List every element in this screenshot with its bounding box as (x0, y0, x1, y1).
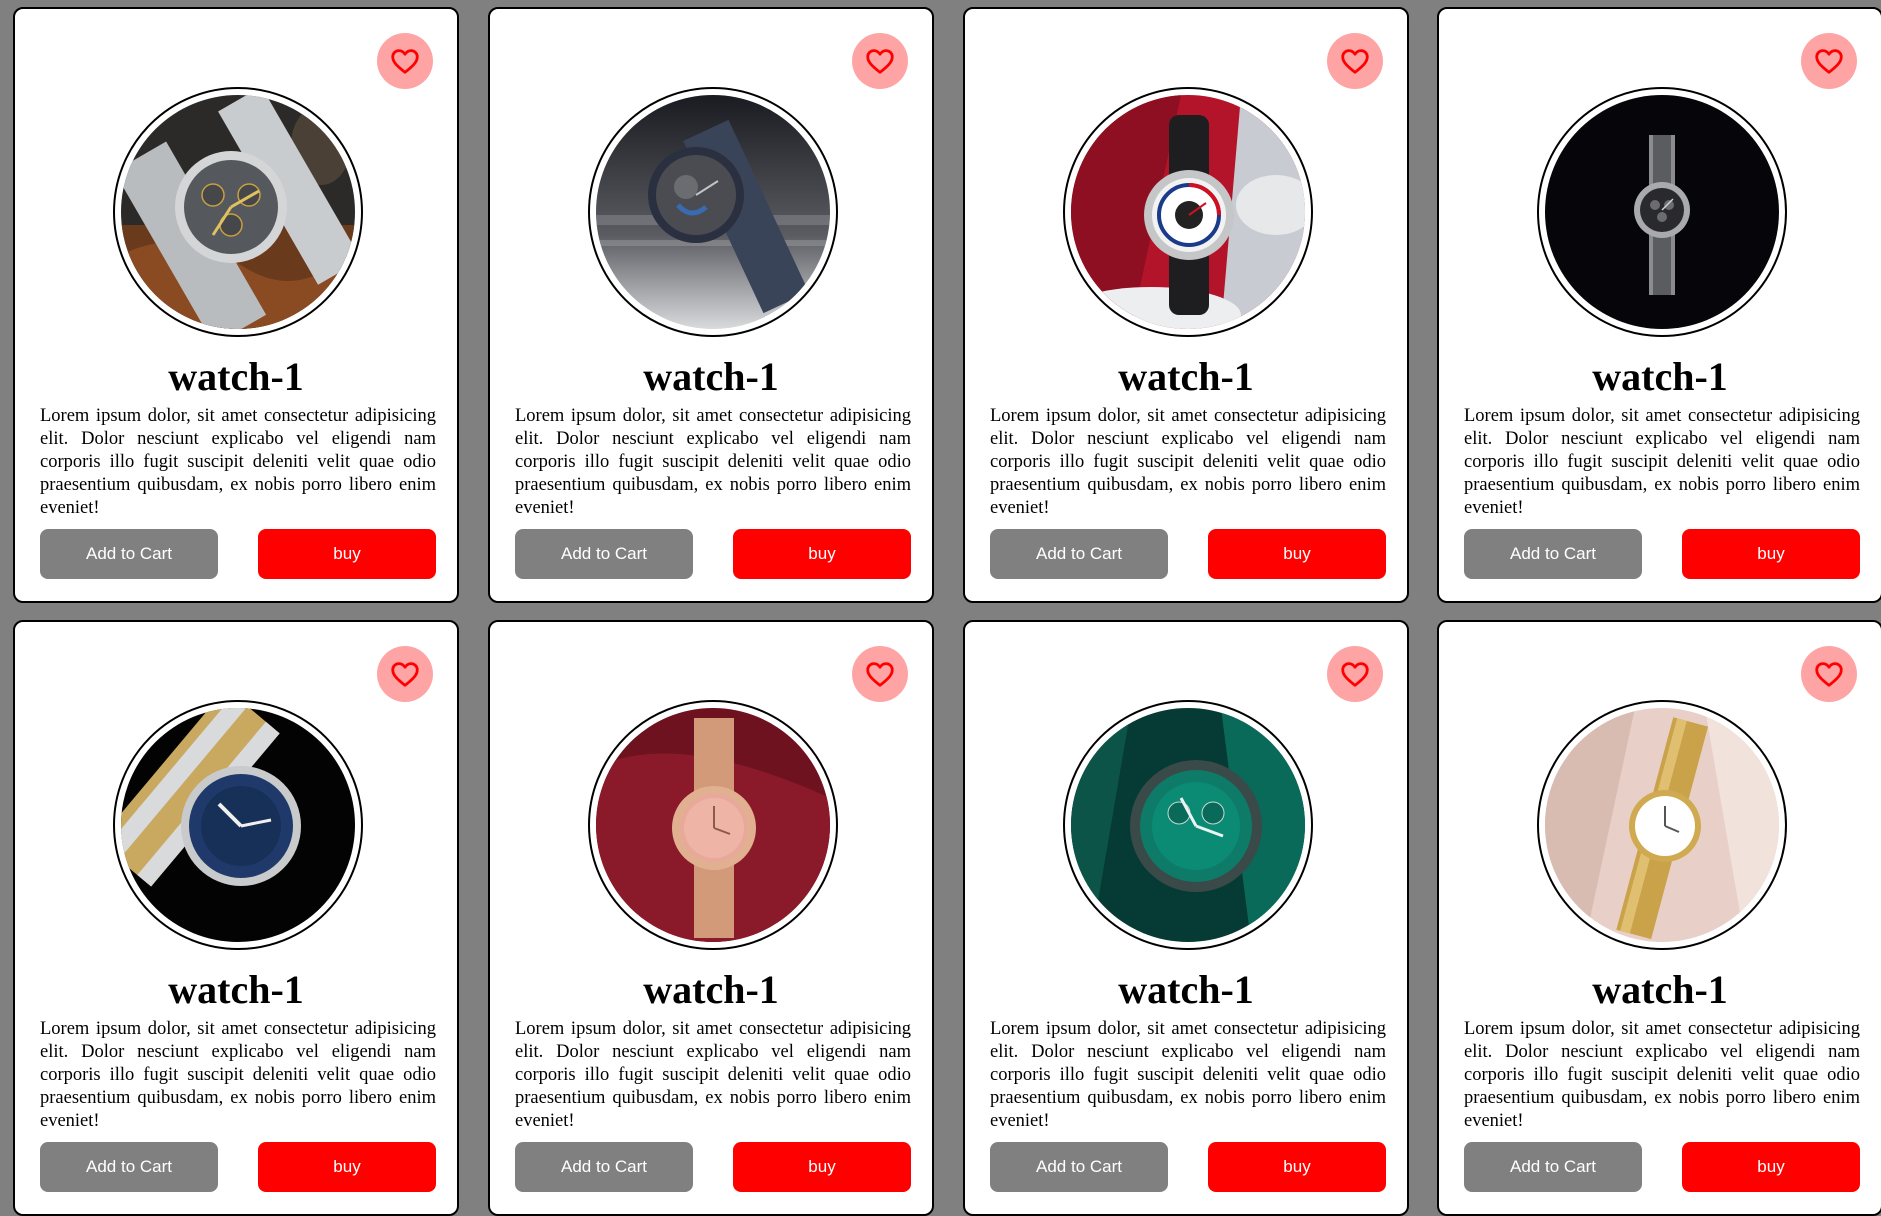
favorite-button[interactable] (1801, 33, 1857, 89)
product-image (121, 708, 355, 942)
product-card: watch-1 Lorem ipsum dolor, sit amet cons… (1437, 620, 1881, 1216)
product-card: watch-1 Lorem ipsum dolor, sit amet cons… (963, 620, 1409, 1216)
product-image (596, 95, 830, 329)
product-description: Lorem ipsum dolor, sit amet consectetur … (515, 1019, 911, 1131)
product-image-frame (1537, 87, 1787, 337)
product-image-frame (113, 87, 363, 337)
product-image (1071, 708, 1305, 942)
add-to-cart-button[interactable]: Add to Cart (990, 529, 1168, 579)
favorite-button[interactable] (1801, 646, 1857, 702)
product-description: Lorem ipsum dolor, sit amet consectetur … (515, 406, 911, 518)
add-to-cart-button[interactable]: Add to Cart (990, 1142, 1168, 1192)
product-title: watch-1 (168, 967, 304, 1012)
product-title: watch-1 (643, 354, 779, 399)
product-grid: watch-1 Lorem ipsum dolor, sit amet cons… (0, 0, 1881, 1216)
product-image (1545, 708, 1779, 942)
product-image-frame (1537, 700, 1787, 950)
product-description: Lorem ipsum dolor, sit amet consectetur … (40, 1019, 436, 1131)
product-description: Lorem ipsum dolor, sit amet consectetur … (1464, 406, 1860, 518)
heart-icon (1815, 662, 1843, 687)
favorite-button[interactable] (377, 33, 433, 89)
favorite-button[interactable] (1327, 646, 1383, 702)
favorite-button[interactable] (852, 33, 908, 89)
product-description: Lorem ipsum dolor, sit amet consectetur … (1464, 1019, 1860, 1131)
product-card: watch-1 Lorem ipsum dolor, sit amet cons… (963, 7, 1409, 603)
favorite-button[interactable] (377, 646, 433, 702)
favorite-button[interactable] (1327, 33, 1383, 89)
product-image-frame (113, 700, 363, 950)
product-card: watch-1 Lorem ipsum dolor, sit amet cons… (13, 620, 459, 1216)
product-card: watch-1 Lorem ipsum dolor, sit amet cons… (488, 7, 934, 603)
product-image (596, 708, 830, 942)
product-card: watch-1 Lorem ipsum dolor, sit amet cons… (1437, 7, 1881, 603)
product-image (1071, 95, 1305, 329)
buy-button[interactable]: buy (1682, 529, 1860, 579)
heart-icon (1341, 49, 1369, 74)
product-image-frame (588, 87, 838, 337)
buy-button[interactable]: buy (1682, 1142, 1860, 1192)
product-title: watch-1 (1118, 967, 1254, 1012)
heart-icon (1341, 662, 1369, 687)
buy-button[interactable]: buy (258, 1142, 436, 1192)
product-image-frame (1063, 87, 1313, 337)
product-description: Lorem ipsum dolor, sit amet consectetur … (40, 406, 436, 518)
heart-icon (391, 49, 419, 74)
product-image (121, 95, 355, 329)
heart-icon (866, 49, 894, 74)
product-title: watch-1 (1118, 354, 1254, 399)
buy-button[interactable]: buy (733, 1142, 911, 1192)
buy-button[interactable]: buy (733, 529, 911, 579)
add-to-cart-button[interactable]: Add to Cart (40, 529, 218, 579)
heart-icon (1815, 49, 1843, 74)
buy-button[interactable]: buy (258, 529, 436, 579)
heart-icon (391, 662, 419, 687)
product-image-frame (588, 700, 838, 950)
buy-button[interactable]: buy (1208, 529, 1386, 579)
product-image (1545, 95, 1779, 329)
heart-icon (866, 662, 894, 687)
product-description: Lorem ipsum dolor, sit amet consectetur … (990, 1019, 1386, 1131)
product-description: Lorem ipsum dolor, sit amet consectetur … (990, 406, 1386, 518)
product-card: watch-1 Lorem ipsum dolor, sit amet cons… (488, 620, 934, 1216)
add-to-cart-button[interactable]: Add to Cart (1464, 529, 1642, 579)
product-title: watch-1 (168, 354, 304, 399)
product-title: watch-1 (643, 967, 779, 1012)
add-to-cart-button[interactable]: Add to Cart (1464, 1142, 1642, 1192)
add-to-cart-button[interactable]: Add to Cart (40, 1142, 218, 1192)
buy-button[interactable]: buy (1208, 1142, 1386, 1192)
product-image-frame (1063, 700, 1313, 950)
product-title: watch-1 (1592, 354, 1728, 399)
product-card: watch-1 Lorem ipsum dolor, sit amet cons… (13, 7, 459, 603)
favorite-button[interactable] (852, 646, 908, 702)
add-to-cart-button[interactable]: Add to Cart (515, 1142, 693, 1192)
product-title: watch-1 (1592, 967, 1728, 1012)
add-to-cart-button[interactable]: Add to Cart (515, 529, 693, 579)
